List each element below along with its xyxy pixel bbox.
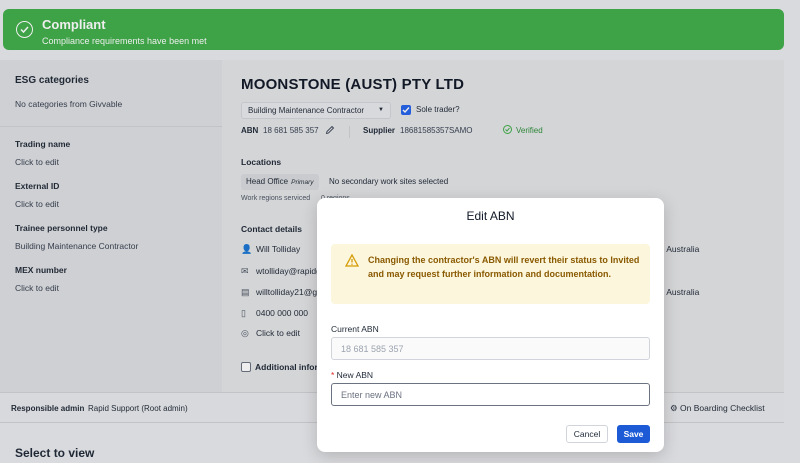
warning-alert: Changing the contractor's ABN will rever… bbox=[331, 244, 650, 304]
save-button[interactable]: Save bbox=[617, 425, 650, 443]
cancel-button[interactable]: Cancel bbox=[566, 425, 608, 443]
new-abn-label-text: New ABN bbox=[336, 370, 374, 380]
current-abn-label: Current ABN bbox=[331, 324, 379, 334]
warning-text: Changing the contractor's ABN will rever… bbox=[368, 255, 640, 279]
current-abn-input: 18 681 585 357 bbox=[331, 337, 650, 360]
warning-icon bbox=[344, 253, 360, 272]
new-abn-label: * New ABN bbox=[331, 370, 374, 380]
modal-title: Edit ABN bbox=[466, 209, 515, 223]
edit-abn-modal: Edit ABN Changing the contractor's ABN w… bbox=[317, 198, 664, 452]
new-abn-input[interactable]: Enter new ABN bbox=[331, 383, 650, 406]
